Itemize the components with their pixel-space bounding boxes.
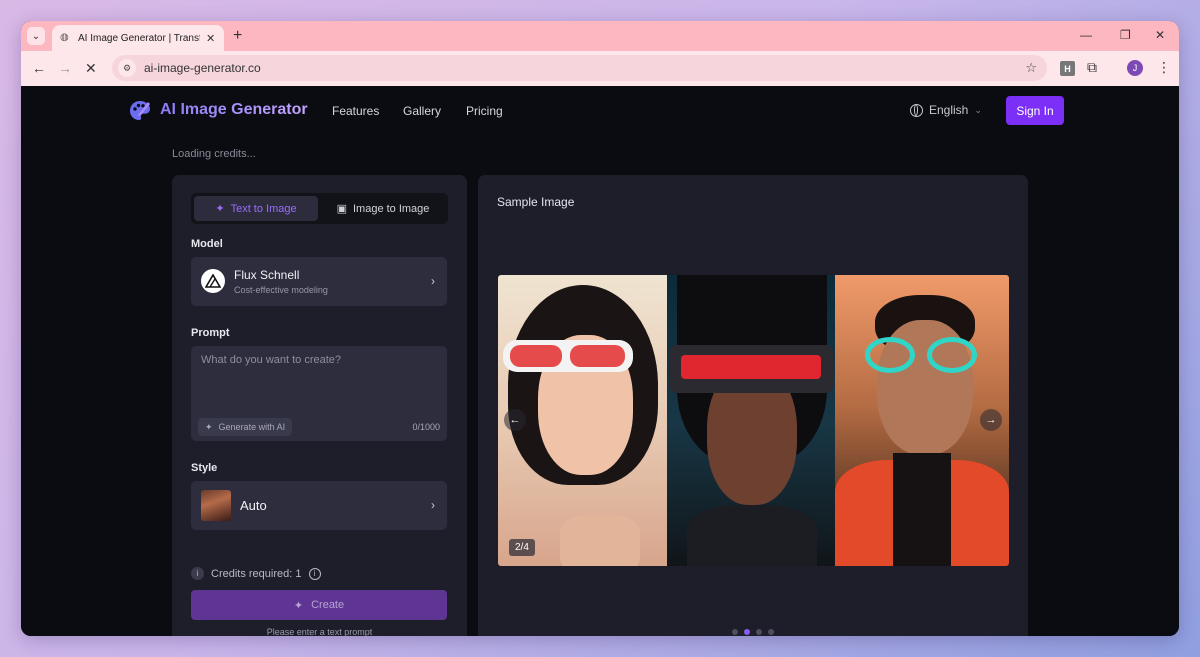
window-close-icon[interactable]: ✕ <box>1155 28 1165 42</box>
minimize-icon[interactable]: — <box>1080 28 1092 42</box>
sparkle-icon: ✦ <box>205 421 213 432</box>
extension-h-icon[interactable]: H <box>1060 61 1075 76</box>
model-logo-icon <box>201 269 225 293</box>
chevron-right-icon: › <box>431 498 435 512</box>
carousel-dot[interactable] <box>756 629 762 635</box>
mode-tabs: ✦ Text to Image ▣ Image to Image <box>191 193 448 224</box>
back-arrow-icon[interactable]: ← <box>32 60 46 76</box>
carousel-dot[interactable] <box>732 629 738 635</box>
sparkle-icon: ✦ <box>293 599 304 612</box>
sparkle-icon: ✦ <box>215 203 225 215</box>
image-icon: ▣ <box>336 203 347 215</box>
palette-logo-icon[interactable] <box>128 99 152 123</box>
prompt-placeholder: What do you want to create? <box>201 354 342 366</box>
language-label: English <box>929 103 969 117</box>
site-settings-icon[interactable]: ⚙ <box>118 59 136 77</box>
sign-in-button[interactable]: Sign In <box>1006 96 1064 125</box>
stop-loading-icon[interactable]: ✕ <box>85 60 97 76</box>
sample-carousel[interactable]: ← → 2/4 <box>498 275 1009 566</box>
chevron-right-icon: › <box>431 274 435 288</box>
address-bar[interactable]: ⚙ ai-image-generator.co ☆ <box>112 55 1047 81</box>
extensions-puzzle-icon[interactable]: ⧉ <box>1087 59 1097 76</box>
generate-with-ai-button[interactable]: ✦ Generate with AI <box>198 418 293 436</box>
logo-text[interactable]: AI Image Generator <box>160 101 308 119</box>
nav-gallery[interactable]: Gallery <box>403 104 441 118</box>
favicon-icon: ◍ <box>60 32 69 43</box>
credits-info: i Credits required: 1 i <box>191 567 321 580</box>
web-page: AI Image Generator Features Gallery Pric… <box>21 86 1179 636</box>
tab-strip: ⌄ ◍ AI Image Generator | Transform ✕ + —… <box>21 21 1179 51</box>
generate-with-ai-label: Generate with AI <box>218 422 286 432</box>
create-button[interactable]: ✦ Create <box>191 590 447 620</box>
info-icon: i <box>191 567 204 580</box>
tab-label: Text to Image <box>230 202 297 215</box>
bookmark-star-icon[interactable]: ☆ <box>1025 60 1037 76</box>
chevron-down-icon: ⌄ <box>31 30 41 42</box>
style-thumbnail <box>201 490 231 521</box>
tab-title: AI Image Generator | Transform <box>78 32 200 44</box>
new-tab-plus-icon[interactable]: + <box>233 27 242 45</box>
language-selector[interactable]: English ⌄ <box>910 103 982 117</box>
create-label: Create <box>311 599 345 611</box>
chevron-down-icon: ⌄ <box>974 104 982 115</box>
style-value: Auto <box>240 498 267 513</box>
browser-window: ⌄ ◍ AI Image Generator | Transform ✕ + —… <box>21 21 1179 636</box>
restore-icon[interactable]: ❐ <box>1120 28 1131 42</box>
model-label: Model <box>191 238 223 250</box>
carousel-dot[interactable] <box>768 629 774 635</box>
carousel-dots <box>732 629 774 635</box>
carousel-dot-active[interactable] <box>744 629 750 635</box>
style-label: Style <box>191 462 218 474</box>
model-name: Flux Schnell <box>234 268 300 282</box>
carousel-prev-arrow-icon[interactable]: ← <box>504 409 526 431</box>
globe-icon <box>910 103 923 117</box>
model-selector[interactable]: Flux Schnell Cost-effective modeling › <box>191 257 447 306</box>
forward-arrow-icon[interactable]: → <box>58 60 72 76</box>
tab-label: Image to Image <box>352 202 430 215</box>
tab-search-button[interactable]: ⌄ <box>27 27 45 45</box>
prompt-input[interactable]: What do you want to create? ✦ Generate w… <box>191 346 447 441</box>
nav-pricing[interactable]: Pricing <box>466 104 503 118</box>
credits-text: Credits required: 1 <box>211 567 302 580</box>
slide-counter: 2/4 <box>509 539 535 556</box>
profile-avatar[interactable]: J <box>1127 60 1143 76</box>
loading-credits-text: Loading credits... <box>172 148 256 160</box>
model-description: Cost-effective modeling <box>234 285 328 295</box>
browser-toolbar: ← → ✕ ⚙ ai-image-generator.co ☆ H ⧉ J ⋮ <box>21 51 1179 86</box>
url-text: ai-image-generator.co <box>144 61 261 75</box>
site-header: AI Image Generator Features Gallery Pric… <box>21 86 1179 136</box>
prompt-label: Prompt <box>191 327 230 339</box>
carousel-next-arrow-icon[interactable]: → <box>980 409 1002 431</box>
tab-text-to-image[interactable]: ✦ Text to Image <box>194 196 318 221</box>
style-selector[interactable]: Auto › <box>191 481 447 530</box>
close-icon[interactable]: ✕ <box>206 32 215 45</box>
browser-tab[interactable]: ◍ AI Image Generator | Transform ✕ <box>52 25 224 51</box>
info-circle-icon[interactable]: i <box>308 567 321 580</box>
char-counter: 0/1000 <box>412 422 440 432</box>
generator-panel: ✦ Text to Image ▣ Image to Image Model F… <box>172 175 467 636</box>
sample-image-title: Sample Image <box>497 195 575 209</box>
tab-image-to-image[interactable]: ▣ Image to Image <box>321 196 445 221</box>
preview-panel: Sample Image ← → 2/4 <box>478 175 1028 636</box>
sample-image-visor-woman <box>667 275 835 566</box>
browser-menu-icon[interactable]: ⋮ <box>1157 59 1171 76</box>
nav-features[interactable]: Features <box>332 104 379 118</box>
prompt-hint: Please enter a text prompt <box>266 627 373 636</box>
